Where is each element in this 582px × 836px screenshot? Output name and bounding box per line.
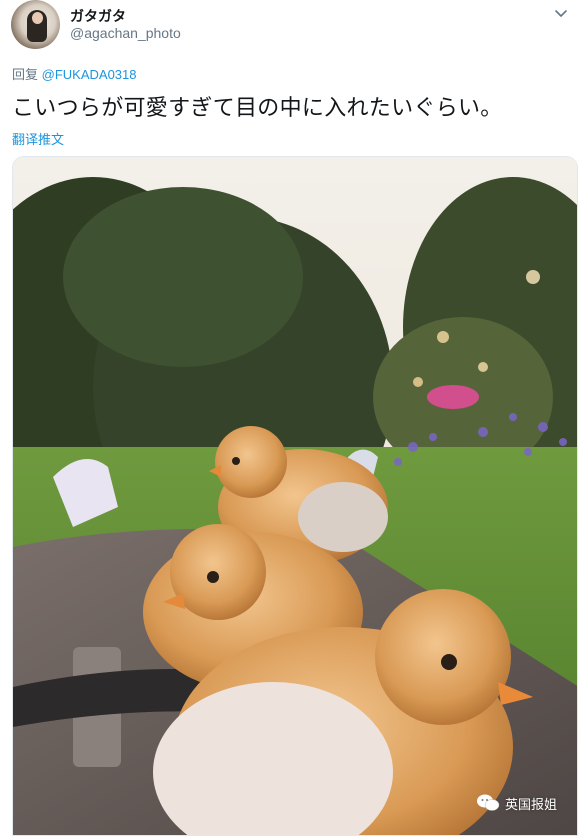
- user-handle[interactable]: @agachan_photo: [70, 25, 181, 41]
- display-name[interactable]: ガタガタ: [70, 6, 126, 26]
- chicks-photo-illustration: [13, 157, 577, 835]
- chevron-down-icon[interactable]: [552, 5, 570, 23]
- tweet-text: こいつらが可愛すぎて目の中に入れたいぐらい。: [12, 95, 503, 120]
- watermark-label: 英国报姐: [504, 796, 557, 812]
- reply-mention-link[interactable]: @FUKADA0318: [42, 67, 137, 82]
- reply-prefix: 回复: [12, 67, 39, 82]
- translate-tweet-link[interactable]: 翻译推文: [12, 129, 64, 148]
- tweet-photo[interactable]: 英国报姐: [12, 156, 578, 836]
- watermark: 英国报姐: [476, 793, 557, 813]
- wechat-icon: [476, 794, 500, 811]
- user-avatar[interactable]: [11, 0, 60, 49]
- tweet-header: ガタガタ @agachan_photo: [0, 0, 582, 56]
- avatar-face: [32, 12, 43, 24]
- reply-context: 回复 @FUKADA0318: [12, 64, 137, 83]
